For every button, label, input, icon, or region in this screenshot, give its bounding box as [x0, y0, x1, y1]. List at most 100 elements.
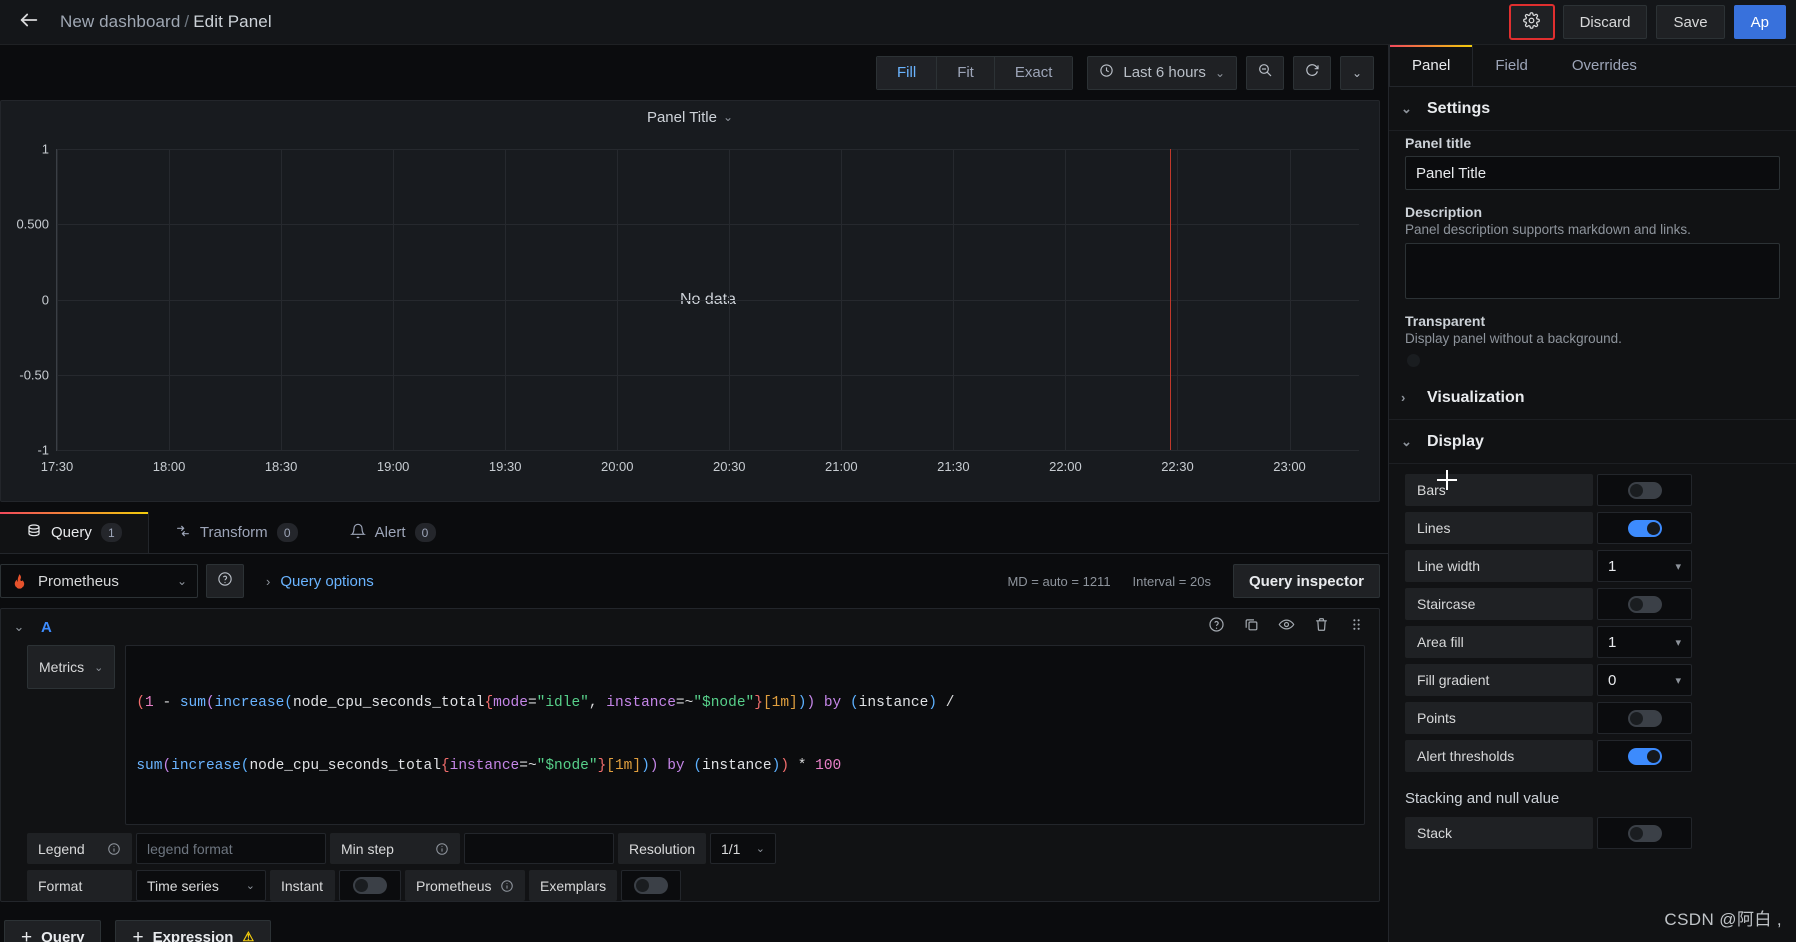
tab-panel[interactable]: Panel [1389, 45, 1474, 86]
visualization-toolbar: Fill Fit Exact Last 6 hours ⌄ ⌄ [0, 45, 1388, 100]
zoom-out-button[interactable] [1246, 55, 1284, 90]
breadcrumb-separator: / [184, 12, 190, 31]
x-axis-tick-label: 21:00 [825, 459, 858, 474]
apply-button[interactable]: Ap [1733, 5, 1786, 39]
warning-triangle-icon: ⚠ [242, 929, 255, 942]
legend-label: Legend [38, 840, 85, 857]
chevron-down-icon: ⌄ [1214, 65, 1225, 80]
datasource-picker[interactable]: Prometheus ⌄ [0, 564, 198, 598]
instant-toggle[interactable] [353, 877, 387, 894]
panel-header[interactable]: Panel Title ⌄ [1, 101, 1379, 133]
points-toggle[interactable] [1627, 709, 1662, 727]
transparent-label: Transparent [1405, 313, 1486, 329]
tab-field[interactable]: Field [1473, 45, 1550, 86]
lines-toggle-cell[interactable] [1597, 512, 1692, 544]
arrow-left-icon [18, 9, 40, 36]
drag-handle-icon[interactable] [1348, 616, 1365, 638]
tab-query[interactable]: Query 1 [0, 512, 149, 553]
promql-line-2: sum(increase(node_cpu_seconds_total{inst… [136, 758, 842, 774]
stack-toggle-cell[interactable] [1597, 817, 1692, 849]
y-axis-tick-label: 0.500 [16, 216, 49, 232]
refresh-interval-dropdown[interactable]: ⌄ [1340, 55, 1374, 90]
tab-transform-label: Transform [199, 524, 268, 541]
section-settings-title: Settings [1427, 99, 1491, 117]
tab-transform[interactable]: Transform 0 [149, 512, 324, 553]
section-display-header[interactable]: ⌄ Display [1389, 420, 1796, 464]
query-collapse-toggle[interactable]: ⌄ [7, 619, 31, 635]
bars-toggle[interactable] [1627, 481, 1662, 499]
breadcrumb-dashboard[interactable]: New dashboard [60, 12, 180, 31]
lines-toggle[interactable] [1627, 519, 1662, 537]
legend-format-input[interactable]: legend format [136, 833, 326, 864]
exemplars-toggle-cell[interactable] [621, 870, 681, 901]
area-fill-select[interactable]: 1 ▾ [1597, 626, 1692, 658]
instant-label-cell: Instant [270, 870, 335, 901]
format-select[interactable]: Time series ⌄ [136, 870, 266, 901]
add-query-button[interactable]: + Query [4, 920, 102, 942]
tab-overrides[interactable]: Overrides [1550, 45, 1659, 86]
alert-thresholds-label: Alert thresholds [1405, 740, 1593, 772]
description-textarea[interactable] [1405, 243, 1780, 299]
query-inspector-button[interactable]: Query inspector [1232, 564, 1380, 598]
stack-label: Stack [1405, 817, 1593, 849]
info-circle-icon [435, 842, 449, 856]
gear-icon [1523, 11, 1540, 33]
x-axis-tick-label: 22:00 [1049, 459, 1082, 474]
eye-icon[interactable] [1278, 616, 1295, 638]
mode-fit-button[interactable]: Fit [937, 56, 995, 89]
panel-title-input[interactable]: Panel Title [1405, 156, 1780, 190]
stack-toggle[interactable] [1627, 824, 1662, 842]
panel-settings-button[interactable] [1508, 4, 1555, 40]
mode-exact-button[interactable]: Exact [994, 56, 1073, 89]
chevron-down-icon: ⌄ [722, 110, 734, 124]
x-axis-tick-label: 19:00 [376, 459, 410, 474]
y-axis-tick-label: -1 [37, 442, 49, 458]
metrics-browser-button[interactable]: Metrics ⌄ [27, 645, 116, 689]
panel-title: Panel Title [646, 108, 717, 126]
tab-alert[interactable]: Alert 0 [324, 512, 462, 553]
line-width-select[interactable]: 1 ▾ [1597, 550, 1692, 582]
alert-thresholds-toggle[interactable] [1627, 747, 1662, 765]
bars-toggle-cell[interactable] [1597, 474, 1692, 506]
x-gridline [57, 149, 58, 450]
refresh-button[interactable] [1293, 55, 1331, 90]
now-annotation-line [1170, 149, 1172, 450]
fill-gradient-select[interactable]: 0 ▾ [1597, 664, 1692, 696]
trash-icon[interactable] [1313, 616, 1330, 638]
y-gridline [57, 224, 1359, 226]
resolution-select[interactable]: 1/1 ⌄ [710, 833, 776, 864]
add-expression-button[interactable]: + Expression ⚠ [115, 920, 272, 942]
graph-area[interactable]: No data 1 0.500 0 -0.50 -1 17:30 18:00 18:30 19:… [1, 133, 1379, 501]
exemplars-toggle[interactable] [634, 877, 668, 894]
help-circle-icon[interactable] [1208, 616, 1225, 638]
x-axis-tick-label: 21:30 [937, 459, 970, 474]
alert-thresholds-toggle-cell[interactable] [1597, 740, 1692, 772]
instant-toggle-cell[interactable] [339, 870, 401, 901]
duplicate-icon[interactable] [1243, 616, 1260, 638]
options-pane: Panel Field Overrides ⌄ Settings Panel t… [1388, 45, 1796, 942]
display-row-alert-thresholds: Alert thresholds [1405, 740, 1780, 772]
query-ref-id[interactable]: A [41, 619, 52, 636]
query-options-toggle[interactable]: › Query options [266, 573, 374, 590]
datasource-help-button[interactable] [206, 564, 244, 598]
points-toggle-cell[interactable] [1597, 702, 1692, 734]
min-step-input[interactable] [464, 833, 614, 864]
y-axis-tick-label: 0 [41, 292, 49, 307]
section-settings-header[interactable]: ⌄ Settings [1389, 87, 1796, 131]
options-scroll-area[interactable]: ⌄ Settings Panel title Panel Title Descr… [1389, 87, 1796, 942]
transform-icon [175, 523, 191, 543]
section-visualization-header[interactable]: › Visualization [1389, 376, 1796, 420]
points-label: Points [1405, 702, 1593, 734]
resolution-label: Resolution [629, 840, 696, 857]
staircase-toggle-cell[interactable] [1597, 588, 1692, 620]
time-range-picker[interactable]: Last 6 hours ⌄ [1087, 55, 1237, 90]
editor-body: Fill Fit Exact Last 6 hours ⌄ ⌄ Panel Ti… [0, 45, 1796, 942]
save-button[interactable]: Save [1656, 5, 1725, 39]
exemplars-label: Exemplars [540, 877, 607, 894]
mode-fill-button[interactable]: Fill [877, 56, 938, 89]
promql-expression-input[interactable]: (1 - sum(increase(node_cpu_seconds_total… [125, 645, 1365, 825]
discard-button[interactable]: Discard [1562, 5, 1648, 39]
interval-text: Interval = 20s [1132, 573, 1211, 589]
back-button[interactable] [8, 5, 50, 39]
staircase-toggle[interactable] [1627, 595, 1662, 613]
